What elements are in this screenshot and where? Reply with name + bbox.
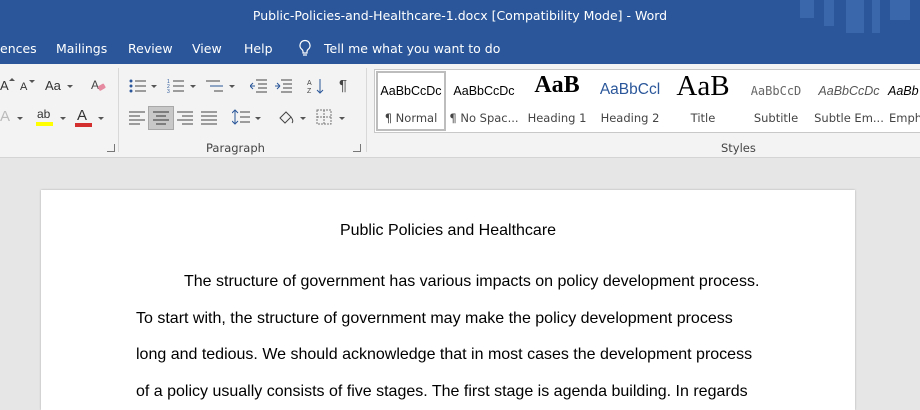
- tab-references[interactable]: ences: [0, 41, 37, 56]
- paragraph-line: The structure of government has various …: [184, 273, 760, 290]
- style-normal[interactable]: AaBbCcDc ¶ Normal: [375, 70, 447, 132]
- justify-icon[interactable]: [201, 111, 217, 125]
- window-title: Public-Policies-and-Healthcare-1.docx [C…: [252, 8, 668, 23]
- style-sample: AaBb: [888, 84, 919, 98]
- numbering-icon[interactable]: 123: [167, 79, 185, 93]
- style-sample: AaBbCcDc: [380, 84, 442, 98]
- bullets-icon[interactable]: [129, 79, 147, 93]
- style-sample: AaBbCcl: [599, 81, 661, 98]
- chevron-down-icon: [255, 117, 261, 120]
- font-color-button[interactable]: A: [77, 107, 87, 124]
- decorative-pattern: [824, 0, 834, 26]
- paragraph-line: To start with, the structure of governme…: [136, 310, 733, 327]
- document-page[interactable]: Public Policies and Healthcare The struc…: [41, 190, 855, 410]
- grow-font-button[interactable]: A: [0, 78, 9, 93]
- increase-indent-icon[interactable]: [275, 79, 293, 93]
- paragraph-dialog-launcher[interactable]: [353, 144, 361, 152]
- align-center-icon: [153, 111, 169, 125]
- style-name: Emph: [889, 111, 920, 125]
- align-left-icon[interactable]: [129, 111, 145, 125]
- highlight-button[interactable]: ab: [37, 107, 50, 121]
- chevron-down-icon: [339, 117, 345, 120]
- center-align-button[interactable]: [148, 106, 174, 130]
- font-dialog-launcher[interactable]: [107, 144, 115, 152]
- chevron-down-icon: [151, 85, 157, 88]
- text-effects-button[interactable]: A: [0, 108, 10, 125]
- group-separator: [366, 68, 367, 152]
- svg-text:A: A: [91, 78, 99, 92]
- ribbon-tab-bar: ences Mailings Review View Help Tell me …: [0, 33, 920, 64]
- tell-me-search[interactable]: Tell me what you want to do: [324, 41, 500, 56]
- shrink-caret-icon: [29, 80, 35, 83]
- style-subtitle[interactable]: AaBbCcD Subtitle: [740, 70, 812, 132]
- clear-formatting-icon[interactable]: A: [90, 77, 106, 93]
- styles-group-label: Styles: [721, 141, 756, 155]
- decorative-pattern: [890, 0, 910, 20]
- style-sample: AaB: [676, 70, 730, 102]
- chevron-down-icon: [60, 117, 66, 120]
- style-sample: AaB: [534, 72, 580, 98]
- highlight-color-swatch: [36, 122, 53, 126]
- tab-view[interactable]: View: [192, 41, 222, 56]
- style-name: Title: [690, 111, 716, 125]
- group-separator: [118, 68, 119, 152]
- decorative-pattern: [800, 0, 814, 18]
- chevron-down-icon: [67, 85, 73, 88]
- chevron-down-icon: [17, 117, 23, 120]
- ribbon: A A Aa A A ab A 123 AZ ¶ Paragraph AaBbC…: [0, 64, 920, 158]
- align-right-icon[interactable]: [177, 111, 193, 125]
- style-heading-2[interactable]: AaBbCcl Heading 2: [594, 70, 666, 132]
- chevron-down-icon: [190, 85, 196, 88]
- grow-caret-icon: [9, 78, 15, 81]
- style-sample: AaBbCcDc: [818, 84, 880, 98]
- style-name: Subtle Em...: [814, 111, 884, 125]
- document-title: Public Policies and Healthcare: [339, 222, 557, 239]
- style-name: ¶ No Spac...: [449, 111, 519, 125]
- style-name: Heading 1: [527, 111, 587, 125]
- style-heading-1[interactable]: AaB Heading 1: [521, 70, 593, 132]
- style-sample: AaBbCcDc: [453, 84, 515, 98]
- tab-mailings[interactable]: Mailings: [56, 41, 107, 56]
- decorative-pattern: [872, 0, 880, 33]
- tab-help[interactable]: Help: [244, 41, 273, 56]
- style-emphasis[interactable]: AaBb Emph: [886, 70, 920, 132]
- style-subtle-emphasis[interactable]: AaBbCcDc Subtle Em...: [813, 70, 885, 132]
- decorative-pattern: [846, 0, 864, 33]
- svg-text:Z: Z: [307, 88, 312, 94]
- svg-text:A: A: [307, 80, 312, 87]
- chevron-down-icon: [98, 117, 104, 120]
- style-name: Subtitle: [753, 111, 799, 125]
- tab-review[interactable]: Review: [128, 41, 173, 56]
- lightbulb-icon: [299, 39, 311, 56]
- line-spacing-icon[interactable]: [232, 109, 250, 125]
- decrease-indent-icon[interactable]: [250, 79, 268, 93]
- paragraph-line: of a policy usually consists of five sta…: [136, 383, 748, 400]
- show-formatting-marks-icon[interactable]: ¶: [339, 77, 347, 94]
- paragraph-group-label: Paragraph: [206, 141, 265, 155]
- style-name: Heading 2: [600, 111, 660, 125]
- sort-icon[interactable]: AZ: [307, 78, 325, 94]
- title-bar: Public-Policies-and-Healthcare-1.docx [C…: [0, 0, 920, 33]
- style-name: ¶ Normal: [384, 111, 438, 125]
- paragraph-line: long and tedious. We should acknowledge …: [136, 346, 753, 363]
- styles-gallery: AaBbCcDc ¶ Normal AaBbCcDc ¶ No Spac... …: [374, 69, 920, 133]
- shading-icon[interactable]: [277, 109, 295, 125]
- style-title[interactable]: AaB Title: [667, 70, 739, 132]
- borders-icon[interactable]: [316, 109, 332, 125]
- multilevel-list-icon[interactable]: [206, 79, 224, 93]
- chevron-down-icon: [300, 117, 306, 120]
- font-color-swatch: [75, 123, 92, 127]
- shrink-font-button[interactable]: A: [20, 81, 27, 93]
- change-case-button[interactable]: Aa: [45, 78, 61, 93]
- chevron-down-icon: [229, 85, 235, 88]
- style-sample: AaBbCcD: [750, 84, 802, 98]
- style-no-spacing[interactable]: AaBbCcDc ¶ No Spac...: [448, 70, 520, 132]
- svg-text:3: 3: [167, 89, 170, 93]
